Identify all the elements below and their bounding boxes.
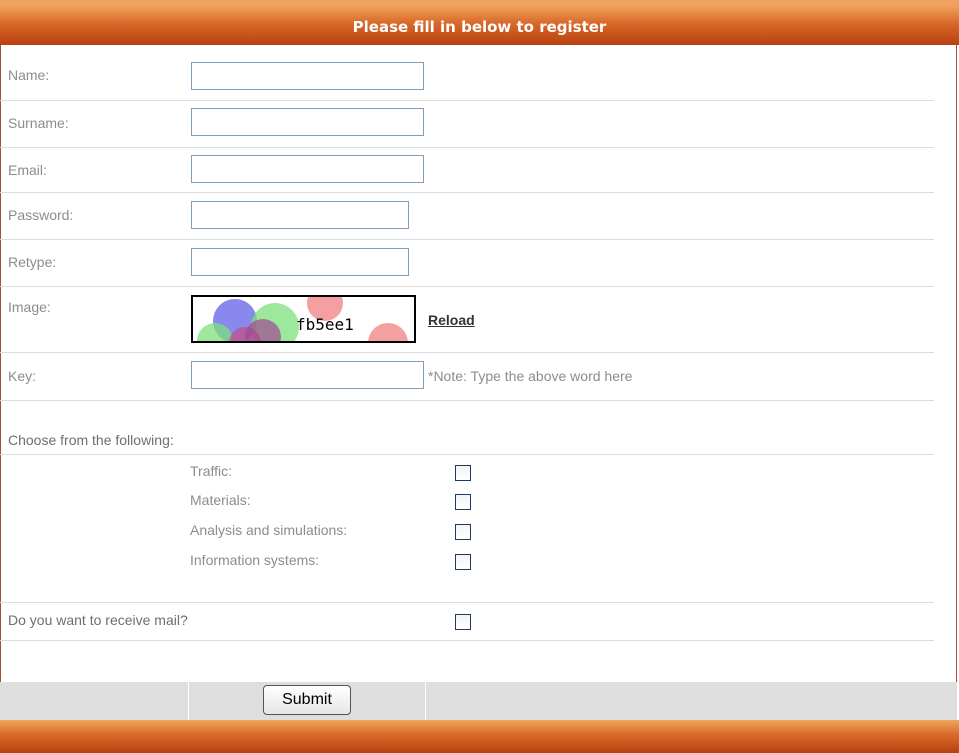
submit-bar-divider-right xyxy=(425,682,426,720)
surname-row: Surname: xyxy=(0,101,934,148)
submit-button[interactable]: Submit xyxy=(263,685,351,715)
choices-list-row xyxy=(0,455,934,603)
retype-row: Retype: xyxy=(0,240,934,287)
reload-link[interactable]: Reload xyxy=(428,312,475,328)
captcha-text: fb5ee1 xyxy=(296,315,354,334)
name-input[interactable] xyxy=(191,62,424,90)
password-label: Password: xyxy=(8,207,74,223)
password-row: Password: xyxy=(0,193,934,240)
name-row: Name: xyxy=(0,52,934,101)
submit-bar xyxy=(0,682,957,720)
image-label: Image: xyxy=(8,299,51,315)
surname-input[interactable] xyxy=(191,108,424,136)
retype-input[interactable] xyxy=(191,248,409,276)
email-label: Email: xyxy=(8,162,47,178)
captcha-image: fb5ee1 xyxy=(191,295,416,343)
key-note: *Note: Type the above word here xyxy=(428,368,633,384)
mail-label: Do you want to receive mail? xyxy=(8,612,188,628)
form-header: Please fill in below to register xyxy=(0,5,959,45)
email-row: Email: xyxy=(0,148,934,193)
key-input[interactable] xyxy=(191,361,424,389)
submit-bar-divider-left xyxy=(188,682,189,720)
choices-heading: Choose from the following: xyxy=(8,432,174,448)
email-input[interactable] xyxy=(191,155,424,183)
password-input[interactable] xyxy=(191,201,409,229)
surname-label: Surname: xyxy=(8,115,69,131)
name-label: Name: xyxy=(8,67,50,83)
choices-heading-row: Choose from the following: xyxy=(0,401,934,455)
form-footer xyxy=(0,720,959,753)
retype-label: Retype: xyxy=(8,254,57,270)
checkbox-receive-mail[interactable] xyxy=(455,614,471,630)
key-label: Key: xyxy=(8,368,37,384)
